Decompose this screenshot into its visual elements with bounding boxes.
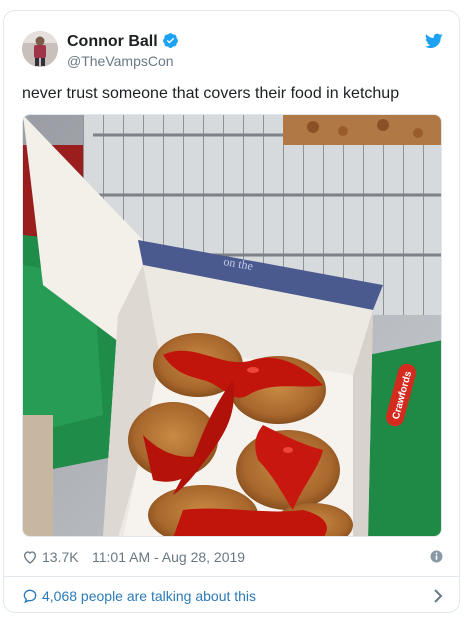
conversation-text: 4,068 people are talking about this (42, 588, 257, 604)
heart-icon[interactable] (22, 549, 38, 565)
chevron-right-icon (434, 589, 443, 603)
speech-bubble-icon (23, 589, 37, 604)
author-name-text: Connor Ball (67, 33, 158, 50)
verified-badge-icon (162, 33, 178, 48)
divider (4, 576, 459, 577)
tweet-card: Connor Ball @TheVampsCon never trust som… (3, 10, 460, 613)
tweet-text: never trust someone that covers their fo… (22, 85, 400, 102)
tweet-timestamp[interactable]: 11:01 AM - Aug 28, 2019 (92, 547, 245, 567)
twitter-bird-icon[interactable] (425, 33, 443, 49)
like-count[interactable]: 13.7K (42, 547, 79, 567)
info-icon[interactable] (430, 550, 443, 563)
conversation-link[interactable]: 4,068 people are talking about this (22, 586, 443, 606)
tweet-photo[interactable]: Crawfords on the (22, 114, 442, 537)
author-avatar[interactable] (22, 31, 58, 67)
tweet-meta: 13.7K 11:01 AM - Aug 28, 2019 (22, 547, 443, 567)
author-name[interactable]: Connor Ball (67, 32, 179, 52)
author-handle[interactable]: @TheVampsCon (67, 52, 174, 70)
